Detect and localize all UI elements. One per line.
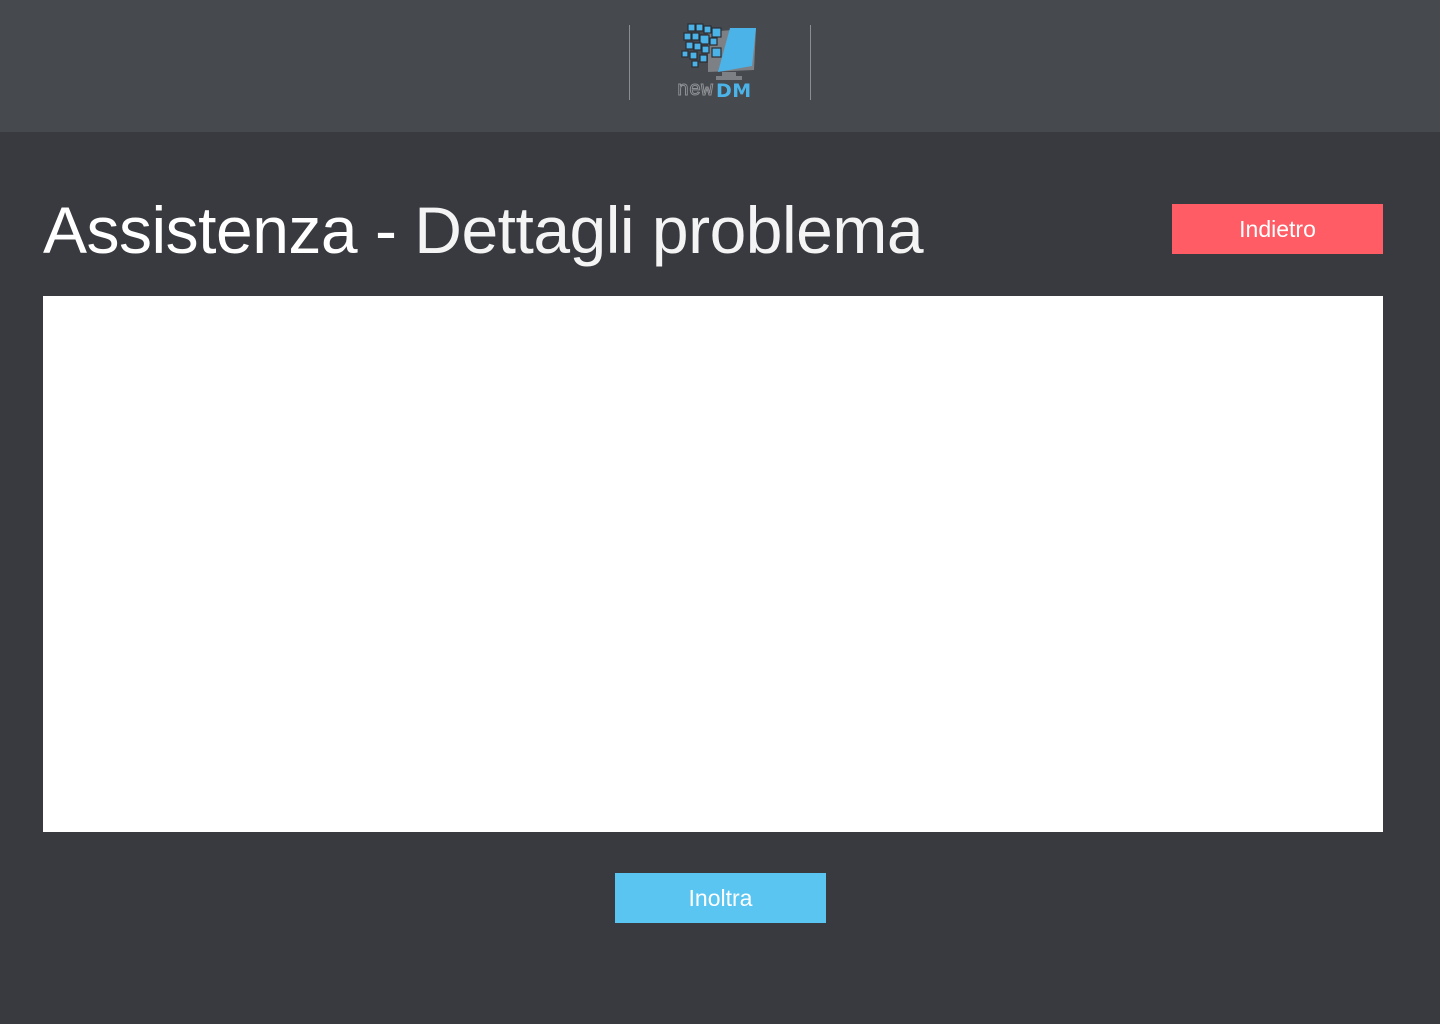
brand-logo[interactable]: new DM xyxy=(672,20,776,104)
header-divider-right xyxy=(810,25,811,100)
page-title: Assistenza - Dettagli problema xyxy=(43,190,924,270)
page-title-main: Assistenza - xyxy=(43,193,415,267)
brand-wordmark: new DM xyxy=(676,78,752,104)
page-title-sub: Dettagli problema xyxy=(414,193,924,267)
monitor-pixels-icon xyxy=(681,23,756,80)
problem-details-input[interactable] xyxy=(43,296,1383,832)
brand-wordmark-dm: DM xyxy=(716,80,752,102)
app-header: new DM xyxy=(0,0,1440,132)
back-button[interactable]: Indietro xyxy=(1172,204,1383,254)
header-divider-left xyxy=(629,25,630,100)
forward-button[interactable]: Inoltra xyxy=(615,873,826,923)
brand-wordmark-new: new xyxy=(676,79,714,103)
